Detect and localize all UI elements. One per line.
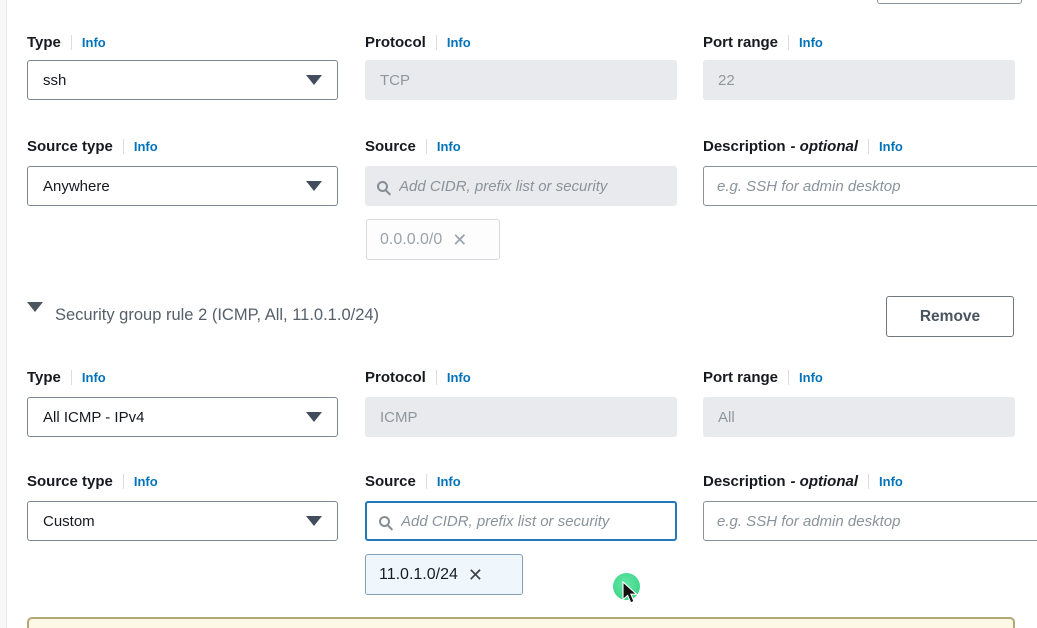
port-range-info-link[interactable]: Info [799, 370, 823, 385]
description-input[interactable] [703, 166, 1037, 206]
type-select-value: ssh [43, 72, 66, 89]
type-label-row: Type Info [27, 32, 338, 52]
type-label: Type [27, 369, 61, 386]
panel-edge [0, 0, 7, 628]
type-select[interactable]: ssh [27, 60, 338, 100]
search-icon [377, 181, 388, 192]
security-group-rules-form: { "icons": { "close": "✕" }, "colors": {… [0, 0, 1037, 628]
search-icon [379, 516, 390, 527]
source-tag: 11.0.1.0/24 ✕ [365, 554, 523, 595]
label-divider [71, 35, 72, 50]
protocol-value: ICMP [380, 409, 418, 426]
description-optional-label: - optional [791, 138, 859, 155]
source-label: Source [365, 473, 416, 490]
rule-expander-icon[interactable] [27, 302, 43, 312]
source-type-select-value: Anywhere [43, 178, 110, 195]
chevron-down-icon [306, 75, 322, 85]
protocol-field: TCP [365, 60, 677, 100]
port-range-label: Port range [703, 369, 778, 386]
description-label: Description [703, 473, 786, 490]
port-range-label-row: Port range Info [703, 367, 1015, 387]
type-info-link[interactable]: Info [82, 35, 106, 50]
port-range-value: 22 [718, 72, 735, 89]
description-label: Description [703, 138, 786, 155]
protocol-label-row: Protocol Info [365, 367, 677, 387]
description-info-link[interactable]: Info [879, 474, 903, 489]
label-divider [71, 370, 72, 385]
label-divider [868, 139, 869, 154]
label-divider [788, 35, 789, 50]
protocol-info-link[interactable]: Info [447, 370, 471, 385]
source-info-link[interactable]: Info [437, 474, 461, 489]
port-range-label-row: Port range Info [703, 32, 1015, 52]
label-divider [436, 370, 437, 385]
label-divider [436, 35, 437, 50]
remove-button-partial[interactable] [877, 0, 1022, 4]
source-tag-value: 11.0.1.0/24 [379, 566, 458, 584]
chevron-down-icon [306, 181, 322, 191]
source-search-box[interactable] [365, 501, 677, 541]
source-search-box [365, 166, 677, 206]
label-divider [123, 474, 124, 489]
source-type-select-value: Custom [43, 513, 95, 530]
source-label-row: Source Info [365, 471, 677, 491]
type-select-value: All ICMP - IPv4 [43, 409, 144, 426]
source-type-label: Source type [27, 138, 113, 155]
chevron-down-icon [306, 516, 322, 526]
chevron-down-icon [306, 412, 322, 422]
warning-banner [27, 617, 1015, 628]
label-divider [426, 474, 427, 489]
type-label-row: Type Info [27, 367, 338, 387]
description-optional-label: - optional [791, 473, 859, 490]
port-range-label: Port range [703, 34, 778, 51]
remove-button[interactable]: Remove [886, 296, 1014, 337]
label-divider [788, 370, 789, 385]
remove-button-label: Remove [920, 308, 980, 326]
source-type-info-link[interactable]: Info [134, 139, 158, 154]
type-info-link[interactable]: Info [82, 370, 106, 385]
source-tag: 0.0.0.0/0 ✕ [366, 219, 500, 260]
source-input [399, 178, 665, 195]
description-label-row: Description - optional Info [703, 136, 1015, 156]
source-input[interactable] [401, 513, 663, 530]
close-icon[interactable]: ✕ [468, 566, 483, 584]
source-type-label-row: Source type Info [27, 136, 338, 156]
source-type-label-row: Source type Info [27, 471, 338, 491]
label-divider [426, 139, 427, 154]
mouse-cursor-icon [622, 581, 639, 605]
source-tag-value: 0.0.0.0/0 [380, 231, 442, 249]
source-type-select[interactable]: Anywhere [27, 166, 338, 206]
label-divider [123, 139, 124, 154]
port-range-value: All [718, 409, 735, 426]
source-info-link[interactable]: Info [437, 139, 461, 154]
type-select[interactable]: All ICMP - IPv4 [27, 397, 338, 437]
source-label: Source [365, 138, 416, 155]
description-info-link[interactable]: Info [879, 139, 903, 154]
description-input[interactable] [703, 501, 1037, 541]
port-range-field: All [703, 397, 1015, 437]
protocol-label-row: Protocol Info [365, 32, 677, 52]
protocol-field: ICMP [365, 397, 677, 437]
description-label-row: Description - optional Info [703, 471, 1015, 491]
source-label-row: Source Info [365, 136, 677, 156]
protocol-info-link[interactable]: Info [447, 35, 471, 50]
source-type-label: Source type [27, 473, 113, 490]
protocol-value: TCP [380, 72, 410, 89]
port-range-info-link[interactable]: Info [799, 35, 823, 50]
port-range-field: 22 [703, 60, 1015, 100]
protocol-label: Protocol [365, 34, 426, 51]
source-type-info-link[interactable]: Info [134, 474, 158, 489]
type-label: Type [27, 34, 61, 51]
source-type-select[interactable]: Custom [27, 501, 338, 541]
close-icon: ✕ [452, 231, 467, 249]
rule-title: Security group rule 2 (ICMP, All, 11.0.1… [55, 306, 379, 325]
protocol-label: Protocol [365, 369, 426, 386]
label-divider [868, 474, 869, 489]
